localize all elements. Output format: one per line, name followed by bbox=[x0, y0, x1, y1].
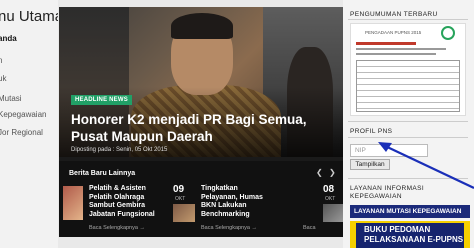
sidebar: nu Utama anda n uk Mutasi Kepegawaian Jo… bbox=[0, 0, 58, 248]
read-more-link[interactable]: Baca Selengkapnya → bbox=[89, 225, 145, 231]
divider bbox=[348, 19, 468, 20]
book-banner-line: PELAKSANAAN E-PUPNS bbox=[364, 235, 464, 244]
news-date-month: OKT bbox=[325, 196, 336, 202]
divider bbox=[348, 137, 468, 138]
news-title-line: Sambut Gembira bbox=[89, 202, 146, 209]
news-date-day: 09 bbox=[173, 184, 185, 195]
sidebar-item-regional[interactable]: Jor Regional bbox=[0, 128, 43, 137]
news-bar: Berita Baru Lainnya ❮ ❯ Pelatih & Asiste… bbox=[59, 161, 343, 237]
headline-title[interactable]: Honorer K2 menjadi PR Bagi Semua, Pusat … bbox=[71, 111, 333, 145]
news-thumbnail bbox=[323, 204, 343, 222]
divider bbox=[348, 121, 468, 122]
info-title-line: KEPEGAWAIAN bbox=[350, 193, 402, 200]
sidebar-item-mutasi[interactable]: Mutasi bbox=[0, 94, 22, 103]
document-table bbox=[356, 60, 460, 112]
show-button[interactable]: Tampilkan bbox=[350, 159, 390, 170]
chevron-left-icon[interactable]: ❮ bbox=[316, 168, 323, 177]
sidebar-item-kepegawaian[interactable]: Kepegawaian bbox=[0, 110, 46, 119]
sidebar-item[interactable]: n bbox=[0, 56, 2, 65]
chevron-right-icon[interactable]: ❯ bbox=[329, 168, 336, 177]
news-item[interactable]: Pelatih & Asisten Pelatih Olahraga Sambu… bbox=[59, 185, 169, 235]
news-item[interactable]: 08 OKT Baca bbox=[303, 184, 343, 235]
news-title-line: Pelatih Olahraga bbox=[89, 193, 145, 201]
news-thumbnail bbox=[173, 204, 195, 222]
news-bar-label: Berita Baru Lainnya bbox=[69, 170, 136, 177]
news-title-line: Benchmarking bbox=[201, 210, 250, 218]
read-more-link[interactable]: Baca Selengkapnya → bbox=[201, 225, 257, 231]
book-banner[interactable]: BUKU PEDOMAN PELAKSANAAN E-PUPNS bbox=[350, 221, 470, 248]
divider bbox=[348, 178, 468, 179]
news-title-line: Pelatih & Asisten bbox=[89, 185, 146, 192]
news-title-line: Pelayanan, Humas bbox=[201, 193, 263, 201]
news-title-line: Jabatan Fungsional bbox=[89, 210, 155, 218]
book-banner-text: BUKU PEDOMAN PELAKSANAAN E-PUPNS bbox=[356, 223, 464, 248]
sidebar-item[interactable]: uk bbox=[0, 74, 6, 83]
sidebar-item-beranda[interactable]: anda bbox=[0, 34, 17, 43]
profile-title: PROFIL PNS bbox=[350, 128, 393, 135]
news-title-line: BKN Lakukan bbox=[201, 202, 247, 209]
headline-slider: HEADLINE NEWS Honorer K2 menjadi PR Bagi… bbox=[59, 7, 343, 237]
nip-input[interactable] bbox=[350, 144, 428, 157]
logo-icon bbox=[441, 26, 455, 40]
announcement-title: PENGUMUMAN TERBARU bbox=[350, 11, 438, 18]
right-sidebar: PENGUMUMAN TERBARU PENGADAAN PUPNS 2015 … bbox=[343, 0, 474, 248]
info-title-line: LAYANAN INFORMASI bbox=[350, 185, 425, 192]
headline-tag: HEADLINE NEWS bbox=[71, 95, 132, 105]
document-title: PENGADAAN PUPNS 2015 bbox=[365, 30, 422, 35]
headline-date: Diposting pada : Senin, 05 Okt 2015 bbox=[71, 147, 168, 153]
news-date-day: 08 bbox=[323, 184, 335, 195]
news-item[interactable]: 09 OKT Tingkatkan Pelayanan, Humas BKN L… bbox=[171, 184, 301, 235]
book-banner-line: BUKU PEDOMAN bbox=[364, 225, 431, 234]
info-title: LAYANAN INFORMASI KEPEGAWAIAN bbox=[350, 185, 424, 201]
sidebar-title: nu Utama bbox=[0, 8, 58, 25]
mutasi-banner[interactable]: LAYANAN MUTASI KEPEGAWAIAN bbox=[350, 205, 470, 218]
announcement-thumbnail[interactable]: PENGADAAN PUPNS 2015 bbox=[350, 23, 466, 116]
news-thumbnail bbox=[63, 186, 83, 220]
news-date-month: OKT bbox=[175, 196, 186, 202]
read-more-link[interactable]: Baca bbox=[303, 225, 316, 231]
news-title-line: Tingkatkan bbox=[201, 185, 238, 192]
